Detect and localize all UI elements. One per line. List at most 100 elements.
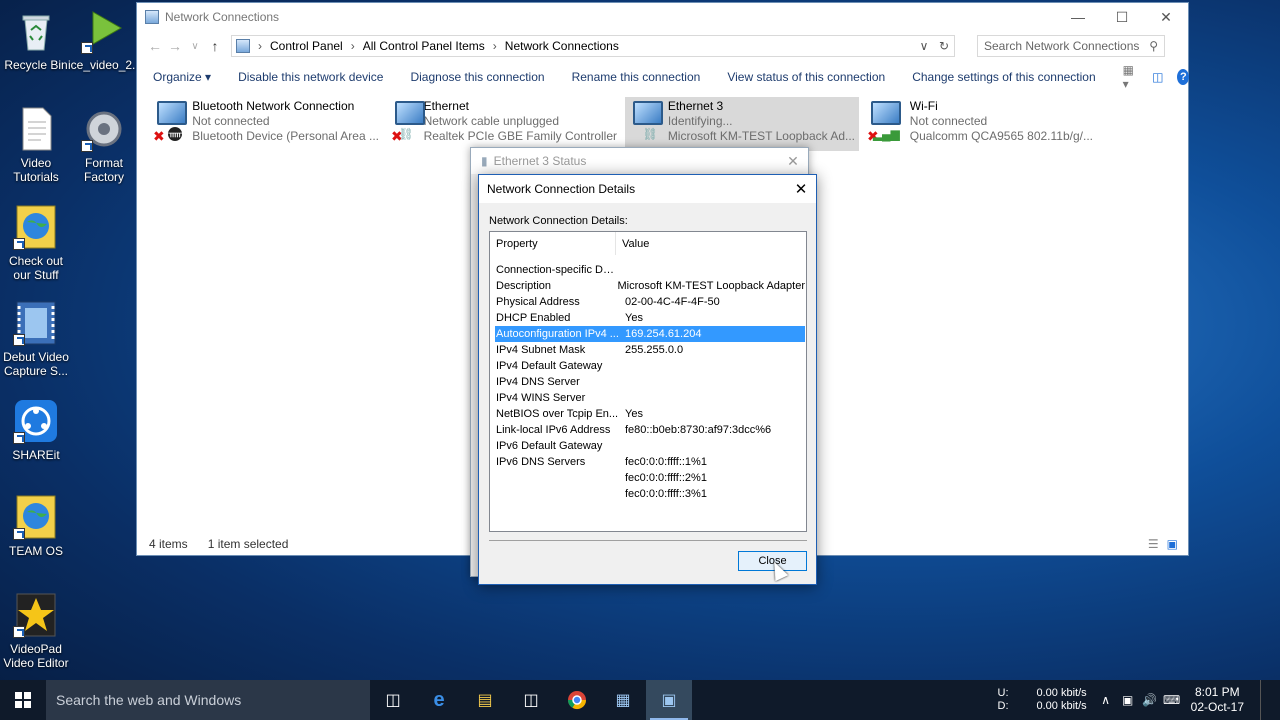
- keyboard-icon[interactable]: ⌨: [1161, 693, 1183, 707]
- desktop-icon-shareit[interactable]: SHAREit: [0, 398, 72, 462]
- taskbar-search-input[interactable]: Search the web and Windows: [46, 680, 370, 720]
- desktop-icon-video-tutorials[interactable]: Video Tutorials: [0, 106, 72, 184]
- store-icon[interactable]: ◫: [508, 680, 554, 720]
- details-row[interactable]: IPv4 DNS Server: [495, 374, 805, 390]
- desktop-icon-recycle-bin[interactable]: Recycle Bin: [0, 8, 72, 72]
- large-icons-view-icon[interactable]: ▣: [1167, 537, 1178, 551]
- details-row[interactable]: Autoconfiguration IPv4 ... 169.254.61.204: [495, 326, 805, 342]
- window-titlebar[interactable]: Network Connections — ☐ ✕: [137, 3, 1188, 31]
- desktop-icon-debut-video-capture[interactable]: Debut Video Capture S...: [0, 300, 72, 378]
- desktop-icon-label: Check out our Stuff: [8, 254, 64, 282]
- format-factory-icon: [81, 106, 127, 152]
- clock-time: 8:01 PM: [1194, 685, 1240, 699]
- clock[interactable]: 8:01 PM 02-Oct-17: [1191, 685, 1244, 715]
- chevron-down-icon[interactable]: ∨: [914, 39, 934, 53]
- breadcrumb-control-panel[interactable]: Control Panel: [270, 39, 343, 53]
- refresh-icon[interactable]: ↻: [934, 39, 954, 53]
- breadcrumb-all-items[interactable]: All Control Panel Items: [363, 39, 485, 53]
- connection-bluetooth[interactable]: ✖ ᚅ Bluetooth Network Connection Not con…: [149, 97, 383, 151]
- view-options-icon[interactable]: ▦ ▾: [1123, 63, 1138, 91]
- desktop-icon-check-out-our-stuff[interactable]: Check out our Stuff: [0, 204, 72, 282]
- property-cell: NetBIOS over Tcpip En...: [496, 408, 619, 420]
- window-title: Network Connections: [165, 10, 280, 24]
- details-row[interactable]: DHCP Enabled Yes: [495, 310, 805, 326]
- drive-label-d: D:: [997, 700, 1009, 712]
- change-settings-button[interactable]: Change settings of this connection: [912, 70, 1095, 84]
- property-cell: Description: [496, 280, 552, 292]
- listview-header: Property Value: [490, 232, 806, 256]
- close-icon[interactable]: ✕: [778, 153, 808, 170]
- address-bar[interactable]: › Control Panel › All Control Panel Item…: [231, 35, 955, 57]
- connection-ethernet[interactable]: ✖ ⛓ Ethernet Network cable unplugged Rea…: [387, 97, 621, 151]
- value-cell: Yes: [625, 312, 643, 324]
- globe-shortcut-icon: [13, 494, 59, 540]
- search-input[interactable]: Search Network Connections ⚲: [977, 35, 1165, 57]
- preview-pane-icon[interactable]: ◫: [1152, 70, 1163, 84]
- details-listview[interactable]: Property Value Connection-specific DN...…: [489, 231, 807, 532]
- property-cell: IPv4 DNS Server: [496, 376, 580, 388]
- help-icon[interactable]: ?: [1177, 69, 1190, 85]
- desktop-icon-label: ice_video_2...: [68, 58, 143, 72]
- close-icon[interactable]: ✕: [786, 180, 816, 198]
- view-status-button[interactable]: View status of this connection: [727, 70, 885, 84]
- recent-locations-button[interactable]: ∨: [185, 41, 205, 52]
- details-row[interactable]: fec0:0:0:ffff::2%1: [495, 470, 805, 486]
- dialog-divider: [489, 540, 807, 541]
- details-row[interactable]: IPv4 Subnet Mask 255.255.0.0: [495, 342, 805, 358]
- connection-status: Identifying...: [667, 114, 733, 128]
- rename-button[interactable]: Rename this connection: [572, 70, 701, 84]
- details-row[interactable]: fec0:0:0:ffff::3%1: [495, 486, 805, 502]
- dialog-titlebar[interactable]: ▮ Ethernet 3 Status ✕: [471, 148, 808, 174]
- desktop-icon-team-os[interactable]: TEAM OS: [0, 494, 72, 558]
- minimize-button[interactable]: —: [1056, 3, 1100, 31]
- connection-name: Wi-Fi: [909, 99, 938, 113]
- desktop-icon-videopad[interactable]: VideoPad Video Editor: [0, 592, 72, 670]
- text-file-icon: [13, 106, 59, 152]
- up-button[interactable]: ↑: [205, 38, 225, 54]
- value-cell: Yes: [625, 408, 643, 420]
- details-row[interactable]: IPv4 WINS Server: [495, 390, 805, 406]
- connection-status: Network cable unplugged: [423, 114, 560, 128]
- details-row[interactable]: Description Microsoft KM-TEST Loopback Ad…: [495, 278, 805, 294]
- connection-ethernet-3[interactable]: ⛓ Ethernet 3 Identifying... Microsoft KM…: [625, 97, 859, 151]
- debut-video-icon[interactable]: ▦: [600, 680, 646, 720]
- volume-icon[interactable]: 🔊: [1139, 693, 1161, 707]
- network-connections-task-icon[interactable]: ▣: [646, 680, 692, 720]
- breadcrumb-network-connections[interactable]: Network Connections: [505, 39, 619, 53]
- details-row[interactable]: IPv6 Default Gateway: [495, 438, 805, 454]
- column-header-property[interactable]: Property: [490, 232, 616, 255]
- plug-icon: ▮: [481, 154, 488, 168]
- breadcrumb-separator-icon: ›: [492, 39, 497, 53]
- desktop-icon-ice-video[interactable]: ice_video_2...: [68, 8, 143, 72]
- details-row[interactable]: NetBIOS over Tcpip En... Yes: [495, 406, 805, 422]
- property-cell: Connection-specific DN...: [496, 264, 621, 276]
- column-header-value[interactable]: Value: [616, 238, 649, 250]
- edge-browser-icon[interactable]: e: [416, 680, 462, 720]
- back-button[interactable]: ←: [145, 38, 165, 54]
- diagnose-button[interactable]: Diagnose this connection: [410, 70, 544, 84]
- connection-wifi[interactable]: ✖ ▂▄▆ Wi-Fi Not connected Qualcomm QCA95…: [863, 97, 1097, 151]
- property-cell: IPv6 DNS Servers: [496, 456, 586, 468]
- maximize-button[interactable]: ☐: [1100, 3, 1144, 31]
- show-desktop-button[interactable]: [1260, 680, 1280, 720]
- details-view-icon[interactable]: ☰: [1148, 537, 1159, 551]
- file-explorer-icon[interactable]: ▤: [462, 680, 508, 720]
- task-view-icon[interactable]: ◫: [370, 680, 416, 720]
- value-cell: 02-00-4C-4F-4F-50: [625, 296, 720, 308]
- start-button[interactable]: [0, 680, 46, 720]
- network-tray-icon[interactable]: ▣: [1117, 693, 1139, 707]
- desktop-icon-format-factory[interactable]: Format Factory: [68, 106, 140, 184]
- dialog-titlebar[interactable]: Network Connection Details ✕: [479, 175, 816, 203]
- details-row[interactable]: IPv4 Default Gateway: [495, 358, 805, 374]
- show-hidden-icons-icon[interactable]: ∧: [1095, 693, 1117, 707]
- taskbar: Search the web and Windows ◫ e ▤ ◫ ▦ ▣ U…: [0, 680, 1280, 720]
- forward-button[interactable]: →: [165, 38, 185, 54]
- organize-button[interactable]: Organize ▾: [153, 70, 211, 84]
- details-row[interactable]: Physical Address 02-00-4C-4F-4F-50: [495, 294, 805, 310]
- details-row[interactable]: Link-local IPv6 Address fe80::b0eb:8730:a…: [495, 422, 805, 438]
- details-row[interactable]: Connection-specific DN...: [495, 262, 805, 278]
- chrome-icon[interactable]: [554, 680, 600, 720]
- close-window-button[interactable]: ✕: [1144, 3, 1188, 31]
- details-row[interactable]: IPv6 DNS Servers fec0:0:0:ffff::1%1: [495, 454, 805, 470]
- disable-device-button[interactable]: Disable this network device: [238, 70, 383, 84]
